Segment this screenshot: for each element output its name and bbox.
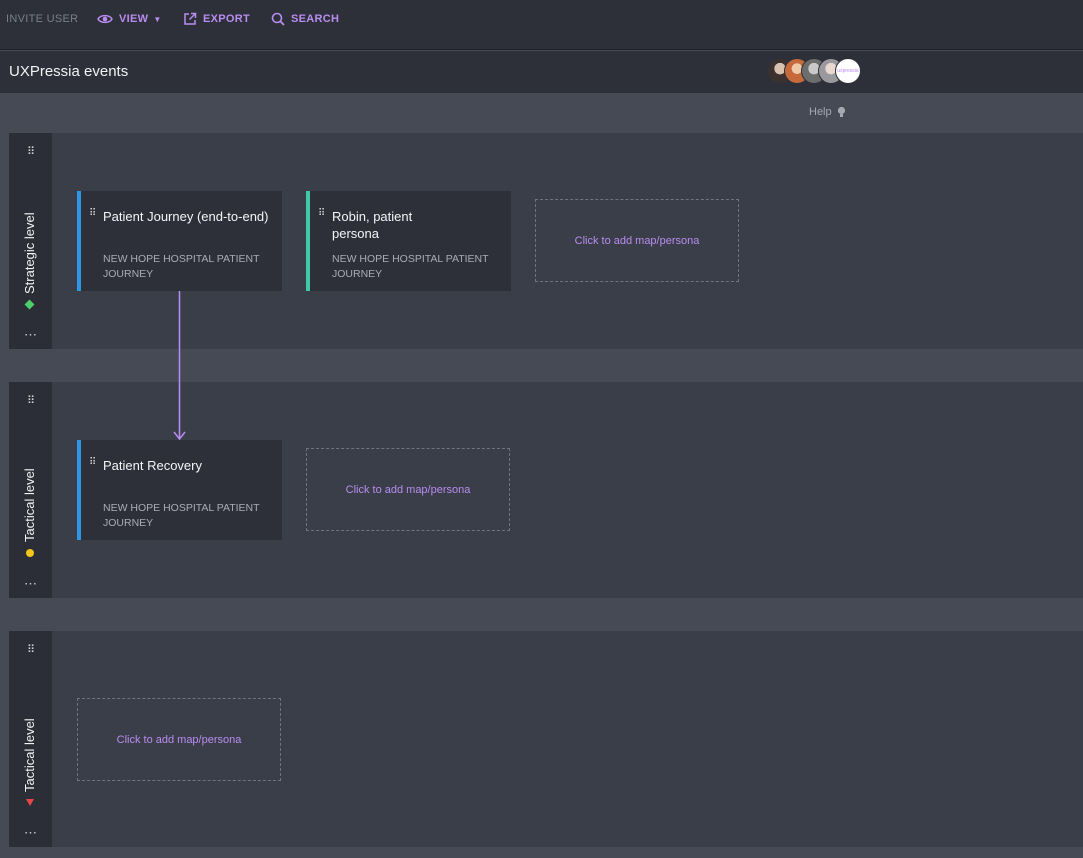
avatar[interactable]: uxpressia — [835, 58, 861, 84]
lightbulb-icon — [837, 106, 845, 117]
lane-title: Tactical level — [22, 718, 37, 806]
card-title: Robin, patient persona — [332, 209, 413, 241]
lane-title: Strategic level — [22, 212, 37, 310]
external-link-icon — [184, 12, 197, 25]
export-button[interactable]: EXPORT — [183, 11, 250, 27]
lane-label[interactable]: ⠿ Tactical level ⋯ — [9, 631, 52, 847]
more-icon[interactable]: ⋯ — [24, 577, 37, 590]
drag-handle-icon[interactable]: ⠿ — [27, 396, 35, 407]
page-title: UXPressia events — [9, 63, 129, 80]
card-subtitle: NEW HOPE HOSPITAL PATIENT JOURNEY — [332, 253, 489, 280]
drag-handle-icon[interactable]: ⠿ — [89, 458, 96, 468]
avatar-logo-text: uxpressia — [837, 68, 859, 74]
add-placeholder-text: Click to add map/persona — [574, 234, 700, 247]
lane-label[interactable]: ⠿ Tactical level ⋯ — [9, 382, 52, 598]
search-label: SEARCH — [291, 13, 340, 25]
invite-user-label: INVITE USER — [6, 13, 79, 25]
add-placeholder-text: Click to add map/persona — [345, 483, 471, 496]
top-toolbar: INVITE USER VIEW ▼ EXPORT SEARCH — [0, 0, 1083, 50]
lane-title-text: Tactical level — [22, 718, 37, 792]
more-icon[interactable]: ⋯ — [24, 328, 37, 341]
triangle-icon — [25, 799, 34, 806]
drag-handle-icon[interactable]: ⠿ — [318, 209, 325, 219]
add-map-persona-button[interactable]: Click to add map/persona — [306, 448, 510, 531]
chevron-down-icon: ▼ — [153, 14, 162, 24]
map-card[interactable]: ⠿ Patient Recovery NEW HOPE HOSPITAL PAT… — [77, 440, 282, 540]
lane-label[interactable]: ⠿ Strategic level ⋯ — [9, 133, 52, 349]
add-map-persona-button[interactable]: Click to add map/persona — [77, 698, 281, 781]
search-icon — [271, 12, 285, 26]
card-subtitle: NEW HOPE HOSPITAL PATIENT JOURNEY — [103, 253, 260, 280]
lane-title-text: Tactical level — [22, 468, 37, 542]
add-map-persona-button[interactable]: Click to add map/persona — [535, 199, 739, 282]
export-label: EXPORT — [203, 13, 251, 25]
persona-card[interactable]: ⠿ Robin, patient persona NEW HOPE HOSPIT… — [306, 191, 511, 291]
view-label: VIEW — [119, 13, 149, 25]
drag-handle-icon[interactable]: ⠿ — [27, 645, 35, 656]
card-title: Patient Recovery — [103, 458, 202, 473]
help-label: Help — [809, 106, 832, 118]
circle-icon — [25, 549, 34, 557]
map-card[interactable]: ⠿ Patient Journey (end-to-end) NEW HOPE … — [77, 191, 282, 291]
drag-handle-icon[interactable]: ⠿ — [89, 209, 96, 219]
card-title: Patient Journey (end-to-end) — [103, 209, 269, 224]
card-subtitle: NEW HOPE HOSPITAL PATIENT JOURNEY — [103, 502, 260, 529]
add-placeholder-text: Click to add map/persona — [116, 733, 242, 746]
lane-title-text: Strategic level — [22, 212, 37, 294]
lane-title: Tactical level — [22, 468, 37, 557]
eye-icon — [97, 14, 113, 24]
drag-handle-icon[interactable]: ⠿ — [27, 147, 35, 158]
title-bar: UXPressia events — [0, 51, 1083, 93]
invite-user-button[interactable]: INVITE USER — [6, 11, 78, 27]
help-link[interactable]: Help — [809, 106, 846, 118]
diamond-icon — [24, 299, 35, 310]
search-button[interactable]: SEARCH — [271, 11, 339, 27]
view-button[interactable]: VIEW ▼ — [97, 11, 162, 27]
more-icon[interactable]: ⋯ — [24, 826, 37, 839]
